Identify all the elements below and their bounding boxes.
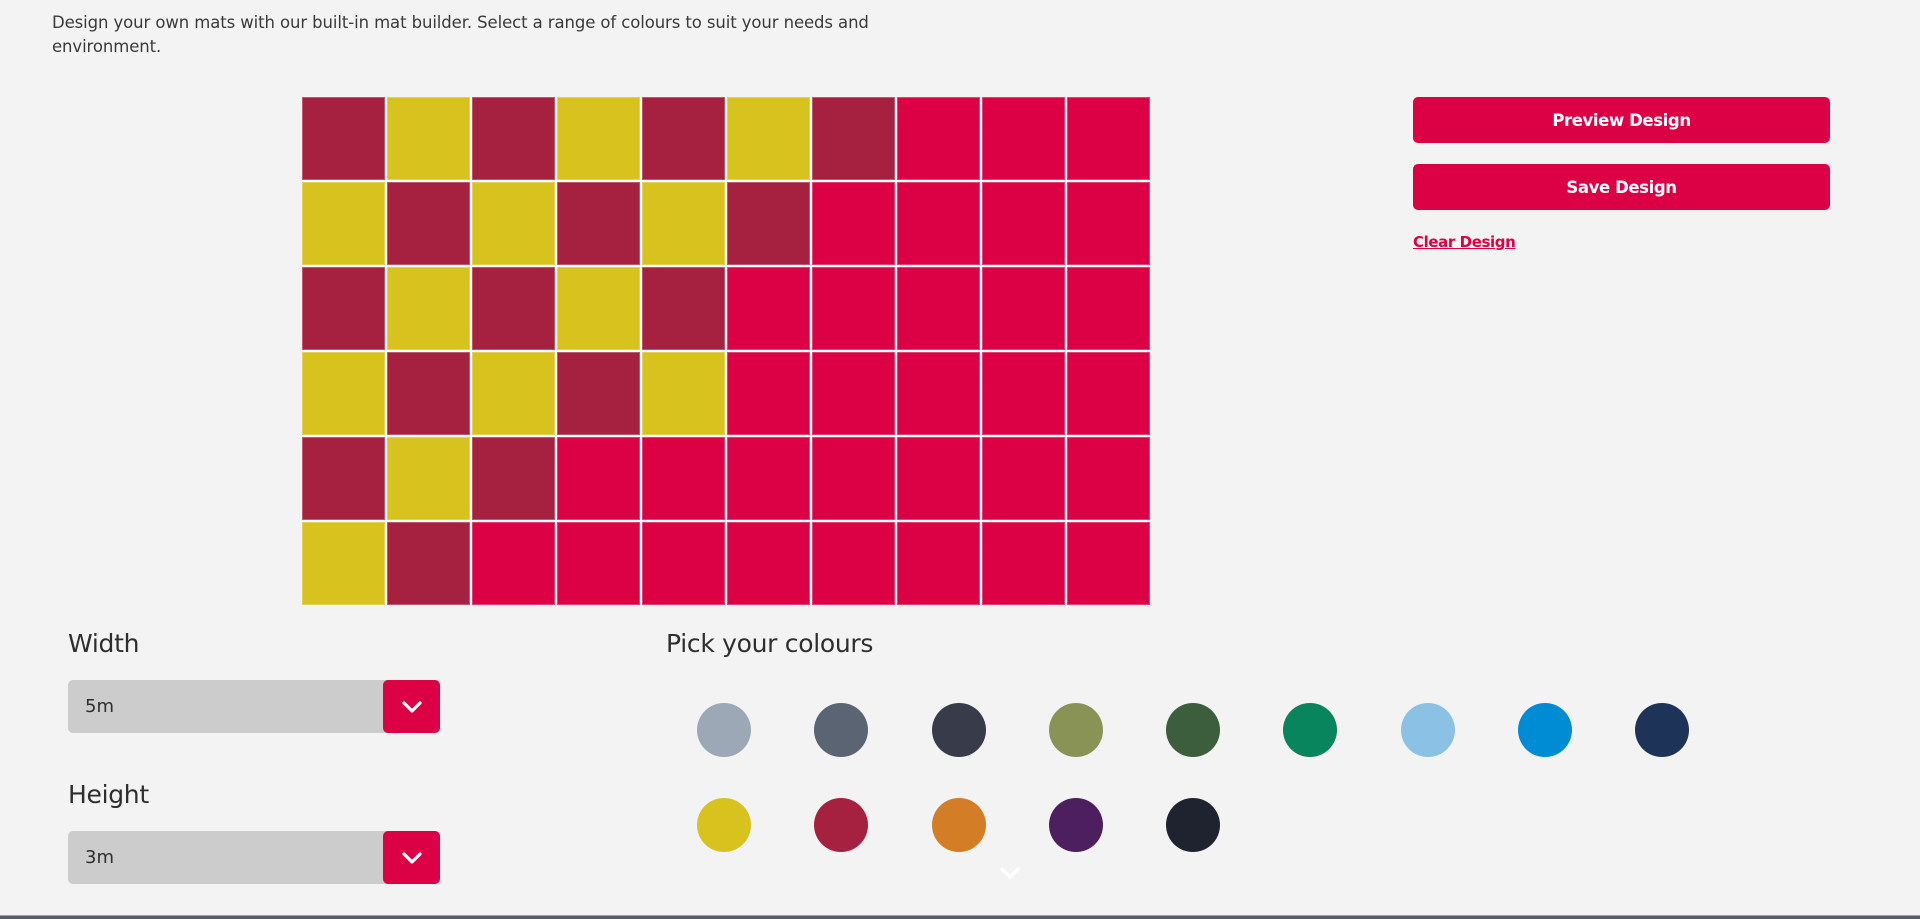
height-label: Height bbox=[68, 780, 149, 809]
mat-tile[interactable] bbox=[557, 522, 640, 605]
mat-tile[interactable] bbox=[302, 522, 385, 605]
height-field: Height 3m bbox=[68, 779, 440, 884]
mat-tile[interactable] bbox=[557, 437, 640, 520]
mat-tile[interactable] bbox=[387, 97, 470, 180]
chevron-down-icon bbox=[401, 700, 422, 713]
mat-tile[interactable] bbox=[472, 267, 555, 350]
height-select[interactable]: 3m bbox=[68, 831, 440, 884]
mat-tile[interactable] bbox=[387, 522, 470, 605]
colour-swatch-light-grey[interactable] bbox=[697, 703, 751, 757]
mat-tile[interactable] bbox=[812, 267, 895, 350]
colour-swatch-black[interactable] bbox=[1166, 798, 1221, 852]
colour-swatch-charcoal[interactable] bbox=[931, 703, 986, 757]
mat-tile[interactable] bbox=[982, 352, 1065, 435]
mat-tile[interactable] bbox=[727, 352, 810, 435]
mat-tile[interactable] bbox=[897, 182, 980, 265]
mat-tile[interactable] bbox=[642, 352, 725, 435]
mat-tile[interactable] bbox=[472, 522, 555, 605]
mat-tile[interactable] bbox=[897, 522, 980, 605]
colour-swatch-forest-green[interactable] bbox=[1166, 703, 1221, 757]
colour-swatch-sky-blue[interactable] bbox=[1400, 703, 1455, 757]
colour-swatch-navy[interactable] bbox=[1635, 703, 1690, 757]
mat-tile[interactable] bbox=[1067, 182, 1150, 265]
width-select[interactable]: 5m bbox=[68, 680, 440, 733]
mat-tile[interactable] bbox=[812, 97, 895, 180]
mat-tile[interactable] bbox=[897, 267, 980, 350]
mat-tile[interactable] bbox=[982, 97, 1065, 180]
mat-tile[interactable] bbox=[812, 352, 895, 435]
mat-tile[interactable] bbox=[472, 182, 555, 265]
mat-tile[interactable] bbox=[642, 437, 725, 520]
mat-tile[interactable] bbox=[982, 522, 1065, 605]
mat-tile[interactable] bbox=[302, 352, 385, 435]
intro-text: Design your own mats with our built-in m… bbox=[52, 13, 869, 56]
width-field: Width 5m bbox=[68, 628, 440, 733]
colour-swatches bbox=[697, 703, 1757, 852]
mat-tile[interactable] bbox=[302, 182, 385, 265]
mat-tile[interactable] bbox=[982, 182, 1065, 265]
mat-tile[interactable] bbox=[642, 182, 725, 265]
mat-tile[interactable] bbox=[1067, 352, 1150, 435]
mat-tile[interactable] bbox=[387, 267, 470, 350]
mat-tile[interactable] bbox=[812, 182, 895, 265]
colour-swatch-olive[interactable] bbox=[1048, 703, 1103, 757]
mat-tile[interactable] bbox=[387, 437, 470, 520]
mat-tile[interactable] bbox=[727, 522, 810, 605]
mat-tile[interactable] bbox=[557, 182, 640, 265]
mat-builder-page: Design your own mats with our built-in m… bbox=[0, 0, 1920, 919]
mat-tile[interactable] bbox=[982, 437, 1065, 520]
mat-tile[interactable] bbox=[642, 97, 725, 180]
design-actions: Preview Design Save Design Clear Design bbox=[1413, 97, 1830, 251]
colour-swatch-emerald[interactable] bbox=[1283, 703, 1338, 757]
width-select-value: 5m bbox=[85, 696, 114, 717]
colour-swatch-yellow[interactable] bbox=[697, 798, 751, 852]
mat-tile[interactable] bbox=[727, 182, 810, 265]
mat-tile[interactable] bbox=[472, 437, 555, 520]
mat-tile[interactable] bbox=[897, 97, 980, 180]
colour-swatch-purple[interactable] bbox=[1048, 798, 1103, 852]
save-design-button[interactable]: Save Design bbox=[1413, 164, 1830, 210]
mat-tile[interactable] bbox=[472, 352, 555, 435]
mat-tile[interactable] bbox=[727, 97, 810, 180]
mat-tile[interactable] bbox=[472, 97, 555, 180]
colour-swatch-orange[interactable] bbox=[931, 798, 986, 852]
mat-tile[interactable] bbox=[982, 267, 1065, 350]
colour-picker: Pick your colours bbox=[666, 628, 1690, 852]
mat-tile[interactable] bbox=[557, 267, 640, 350]
colour-swatch-azure[interactable] bbox=[1518, 703, 1573, 757]
mat-tile[interactable] bbox=[557, 352, 640, 435]
mat-tile[interactable] bbox=[302, 267, 385, 350]
height-select-value: 3m bbox=[85, 847, 114, 868]
mat-tile[interactable] bbox=[727, 437, 810, 520]
bottom-bar bbox=[0, 915, 1920, 919]
mat-tile[interactable] bbox=[1067, 97, 1150, 180]
mat-tile[interactable] bbox=[557, 97, 640, 180]
preview-design-button[interactable]: Preview Design bbox=[1413, 97, 1830, 143]
mat-tile[interactable] bbox=[1067, 522, 1150, 605]
mat-tile[interactable] bbox=[1067, 437, 1150, 520]
mat-tile[interactable] bbox=[642, 522, 725, 605]
width-select-toggle[interactable] bbox=[383, 680, 440, 733]
clear-design-link[interactable]: Clear Design bbox=[1413, 233, 1516, 251]
chevron-down-icon bbox=[401, 851, 422, 864]
chevron-down-icon[interactable] bbox=[999, 865, 1021, 881]
mat-tile[interactable] bbox=[387, 182, 470, 265]
mat-tile[interactable] bbox=[302, 437, 385, 520]
colour-picker-title: Pick your colours bbox=[666, 629, 874, 658]
mat-tile[interactable] bbox=[387, 352, 470, 435]
mat-design-grid bbox=[302, 97, 1150, 605]
mat-tile[interactable] bbox=[642, 267, 725, 350]
colour-swatch-slate-grey[interactable] bbox=[814, 703, 869, 757]
mat-tile[interactable] bbox=[897, 352, 980, 435]
height-select-toggle[interactable] bbox=[383, 831, 440, 884]
width-label: Width bbox=[68, 629, 140, 658]
mat-tile[interactable] bbox=[812, 437, 895, 520]
mat-tile[interactable] bbox=[302, 97, 385, 180]
mat-tile[interactable] bbox=[812, 522, 895, 605]
colour-swatch-maroon[interactable] bbox=[814, 798, 869, 852]
mat-tile[interactable] bbox=[727, 267, 810, 350]
mat-tile[interactable] bbox=[897, 437, 980, 520]
mat-tile[interactable] bbox=[1067, 267, 1150, 350]
